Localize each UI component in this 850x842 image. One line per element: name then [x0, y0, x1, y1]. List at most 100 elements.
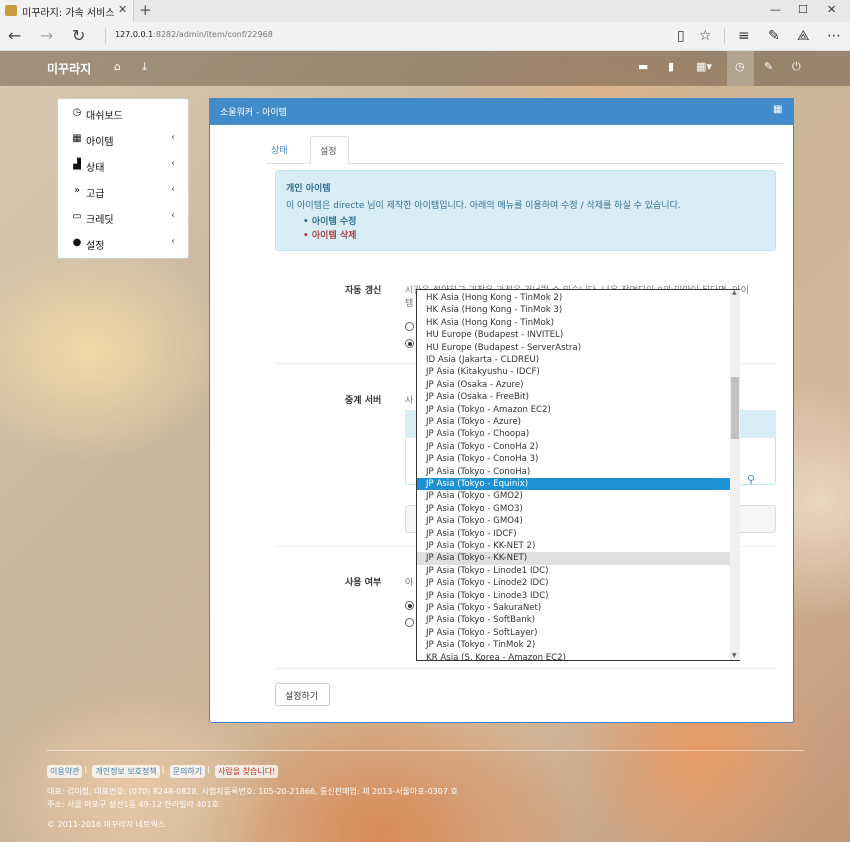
brand-logo[interactable]: 미꾸라지	[47, 60, 91, 77]
use-radio-on[interactable]	[405, 601, 414, 610]
auto-refresh-radio-on[interactable]	[405, 339, 414, 348]
sidebar-item-items[interactable]: ▦ 아이템 ‹	[58, 127, 188, 153]
search-icon[interactable]: ⚲	[747, 473, 755, 486]
dropdown-option[interactable]: HU Europe (Budapest - ServerAstra)	[417, 342, 731, 354]
tab-settings-label: 설정	[320, 147, 337, 157]
sidebar-item-settings[interactable]: ● 설정 ‹	[58, 231, 188, 257]
favorite-star-icon[interactable]: ☆	[699, 28, 712, 44]
sidebar-item-advanced[interactable]: » 고급 ‹	[58, 179, 188, 205]
dropdown-option[interactable]: JP Asia (Tokyo - SoftLayer)	[417, 627, 731, 639]
minimize-icon[interactable]: —	[770, 3, 781, 16]
logout-icon[interactable]: ⏻	[792, 60, 801, 74]
dropdown-option[interactable]: JP Asia (Tokyo - IDCF)	[417, 528, 731, 540]
chat-icon[interactable]: ▬	[638, 60, 648, 73]
recruit-link[interactable]: 사람을 찾습니다!	[215, 765, 279, 778]
divider	[275, 668, 776, 669]
scroll-down-icon[interactable]: ▼	[732, 652, 737, 659]
dropdown-option[interactable]: JP Asia (Tokyo - Linode1 IDC)	[417, 565, 731, 577]
auto-refresh-help-cont: 템	[405, 299, 414, 309]
sidebar-item-dashboard[interactable]: ◷ 대쉬보드	[58, 101, 188, 127]
relay-server-dropdown-list[interactable]: HK Asia (Hong Kong - TinMok 2) HK Asia (H…	[416, 289, 740, 661]
dropdown-scrollbar-thumb[interactable]	[731, 377, 739, 439]
contact-link[interactable]: 문의하기	[169, 765, 206, 778]
edit-icon[interactable]: ✎	[764, 60, 773, 73]
close-tab-icon[interactable]: ✕	[118, 3, 127, 16]
reading-view-icon[interactable]: ▯	[677, 28, 685, 44]
dropdown-option[interactable]: JP Asia (Tokyo - GMO3)	[417, 503, 731, 515]
dropdown-option[interactable]: JP Asia (Tokyo - Linode2 IDC)	[417, 577, 731, 589]
close-window-icon[interactable]: ✕	[827, 3, 836, 16]
more-icon[interactable]: ⋯	[827, 28, 841, 44]
chevron-left-icon: ‹	[171, 158, 175, 169]
user-icon: ●	[72, 237, 82, 248]
web-note-icon[interactable]: ✎	[768, 28, 780, 44]
dropdown-option[interactable]: JP Asia (Osaka - Azure)	[417, 379, 731, 391]
maximize-icon[interactable]: ☐	[798, 3, 808, 16]
dropdown-option[interactable]: JP Asia (Tokyo - TinMok 2)	[417, 639, 731, 651]
dropdown-option[interactable]: JP Asia (Tokyo - KK-NET)	[417, 552, 731, 565]
dropdown-option[interactable]: JP Asia (Tokyo - ConoHa 3)	[417, 453, 731, 465]
dropdown-option[interactable]: JP Asia (Tokyo - Choopa)	[417, 428, 731, 440]
dropdown-option[interactable]: JP Asia (Kitakyushu - IDCF)	[417, 366, 731, 378]
dropdown-option[interactable]: JP Asia (Tokyo - ConoHa 2)	[417, 441, 731, 453]
gift-icon[interactable]: ▦	[773, 104, 782, 115]
dropdown-option[interactable]: HU Europe (Budapest - INVITEL)	[417, 329, 731, 341]
privacy-link[interactable]: 개인정보 보호정책	[92, 765, 160, 778]
sidebar-item-label: 설정	[86, 241, 105, 252]
clock-nav-icon[interactable]: ◷	[735, 60, 745, 73]
dropdown-option[interactable]: HK Asia (Hong Kong - TinMok)	[417, 317, 731, 329]
download-icon[interactable]: ⤓	[142, 60, 147, 74]
sidebar-item-label: 상태	[86, 163, 105, 174]
dropdown-option[interactable]: JP Asia (Tokyo - SoftBank)	[417, 614, 731, 626]
new-tab-icon[interactable]: +	[139, 1, 152, 19]
edit-item-link[interactable]: • 아이템 수정	[303, 214, 356, 227]
scroll-up-icon[interactable]: ▲	[732, 289, 737, 296]
dropdown-option[interactable]: JP Asia (Tokyo - GMO4)	[417, 515, 731, 527]
document-icon[interactable]: ▮	[668, 60, 674, 73]
dropdown-option[interactable]: JP Asia (Osaka - FreeBit)	[417, 391, 731, 403]
dropdown-option[interactable]: KR Asia (S. Korea - Amazon EC2)	[417, 652, 731, 660]
use-radio-off[interactable]	[405, 618, 414, 627]
dropdown-option[interactable]: HK Asia (Hong Kong - TinMok 3)	[417, 304, 731, 316]
dropdown-option[interactable]: JP Asia (Tokyo - Azure)	[417, 416, 731, 428]
dropdown-option[interactable]: JP Asia (Tokyo - GMO2)	[417, 490, 731, 502]
use-label: 사용 여부	[345, 578, 382, 588]
back-icon[interactable]: ←	[8, 26, 21, 45]
auto-refresh-radio-off[interactable]	[405, 322, 414, 331]
side-menu: ◷ 대쉬보드 ▦ 아이템 ‹ ▟ 상태 ‹ » 고급 ‹ ▭ 크레딧 ‹ ● 설…	[57, 98, 189, 259]
dropdown-option[interactable]: JP Asia (Tokyo - SakuraNet)	[417, 602, 731, 614]
chevron-left-icon: ‹	[171, 184, 175, 195]
sidebar-item-label: 크레딧	[86, 215, 114, 226]
chevron-left-icon: ‹	[171, 210, 175, 221]
address-bar: ← → ↻ 127.0.0.1:8282/admin/item/conf/229…	[0, 22, 850, 51]
auto-refresh-label: 자동 갱신	[345, 286, 382, 296]
hub-icon[interactable]: ≡	[738, 28, 750, 44]
bar-chart-icon: ▟	[73, 159, 81, 170]
sidebar-item-status[interactable]: ▟ 상태 ‹	[58, 153, 188, 179]
alert-title: 개인 아이템	[286, 184, 331, 194]
sidebar-item-label: 고급	[86, 189, 105, 200]
forward-icon[interactable]: →	[40, 26, 53, 45]
grid-menu-icon[interactable]: ▦▾	[696, 60, 712, 73]
save-settings-button[interactable]: 설정하기	[275, 683, 330, 706]
dropdown-option[interactable]: JP Asia (Tokyo - Linode3 IDC)	[417, 590, 731, 602]
panel-title: 소울워커 - 아이템	[220, 108, 287, 118]
dropdown-scrollbar[interactable]	[730, 290, 740, 660]
dropdown-option[interactable]: JP Asia (Tokyo - ConoHa)	[417, 466, 731, 478]
home-icon[interactable]: ⌂	[114, 60, 121, 73]
dropdown-option[interactable]: ID Asia (Jakarta - CLDREU)	[417, 354, 731, 366]
terms-link[interactable]: 이용약관	[47, 765, 83, 778]
dropdown-option[interactable]: JP Asia (Tokyo - Amazon EC2)	[417, 404, 731, 416]
url-field[interactable]: 127.0.0.1:8282/admin/item/conf/22968	[115, 30, 273, 39]
tab-status[interactable]: 상태	[271, 143, 288, 156]
relay-server-label: 중계 서버	[345, 396, 382, 406]
dropdown-option[interactable]: JP Asia (Tokyo - KK-NET 2)	[417, 540, 731, 552]
delete-item-link[interactable]: • 아이템 삭제	[303, 228, 356, 241]
refresh-icon[interactable]: ↻	[72, 26, 85, 45]
dropdown-option[interactable]: JP Asia (Tokyo - Equinix)	[417, 478, 731, 491]
dropdown-option[interactable]: HK Asia (Hong Kong - TinMok 2)	[417, 292, 731, 304]
sidebar-item-credit[interactable]: ▭ 크레딧 ‹	[58, 205, 188, 231]
share-icon[interactable]: ⟁	[797, 28, 810, 44]
browser-tab[interactable]: 미꾸라지: 가속 서비스 ✕	[0, 0, 134, 22]
footer-divider	[46, 750, 804, 751]
